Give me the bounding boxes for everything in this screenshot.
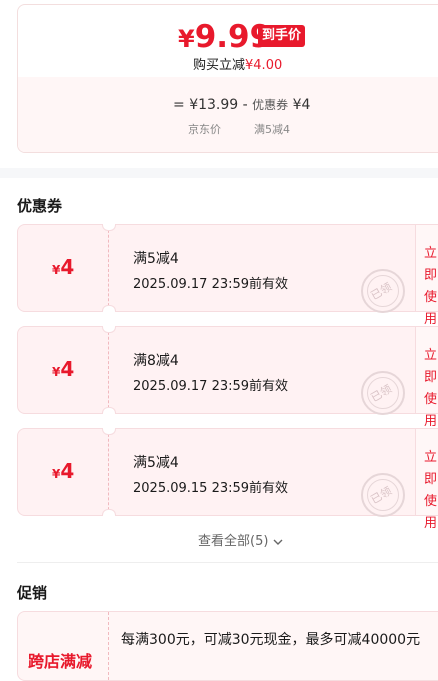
price-formula: = ¥13.99 - 优惠券 ¥4 — [173, 96, 310, 113]
coupon-card[interactable]: ¥4 满8减4 2025.09.17 23:59前有效 已领 立即使用 — [17, 326, 438, 429]
coupon-discount: ¥4 — [292, 97, 311, 113]
original-price: ¥13.99 — [189, 97, 239, 113]
coupon-notch — [102, 509, 116, 516]
coupon-amount-box: ¥4 — [18, 225, 109, 311]
promotion-section-title: 促销 — [17, 584, 48, 602]
use-coupon-button[interactable]: 立即使用 — [415, 429, 438, 531]
coupon-amount-value: 4 — [60, 459, 75, 483]
use-coupon-label: 立即使用 — [424, 246, 438, 327]
use-coupon-button[interactable]: 立即使用 — [415, 327, 438, 429]
coupon-validity: 2025.09.17 23:59前有效 — [133, 379, 289, 394]
chevron-down-icon — [273, 539, 283, 545]
divider — [17, 562, 438, 563]
coupon-validity: 2025.09.17 23:59前有效 — [133, 277, 289, 292]
final-price-badge: 到手价 — [258, 25, 306, 47]
coupon-rule: 满5减4 — [133, 455, 179, 471]
saving-value: ¥4.00 — [245, 58, 283, 73]
coupon-amount: ¥4 — [52, 357, 74, 381]
instant-saving: 购买立减¥4.00 — [193, 54, 282, 73]
original-price-caption: 京东价 — [188, 123, 221, 136]
promotion-tag-box: 跨店满减 — [18, 612, 109, 680]
claimed-stamp-icon: 已领 — [361, 473, 405, 517]
minus-sign: - — [242, 97, 248, 113]
promotion-tag: 跨店满减 — [28, 652, 93, 671]
price-breakdown-area — [18, 77, 438, 152]
coupon-notch — [102, 326, 116, 333]
coupon-amount-value: 4 — [60, 255, 75, 279]
coupon-notch — [102, 224, 116, 231]
coupon-amount-value: 4 — [60, 357, 75, 381]
claimed-stamp-icon: 已领 — [361, 371, 405, 415]
coupon-notch — [102, 407, 116, 414]
price-formula-captions: 京东价 满5减4 — [188, 121, 290, 137]
promotion-description: 每满300元，可减30元现金，最多可减40000元 — [121, 632, 421, 648]
coupon-amount-box: ¥4 — [18, 429, 109, 515]
use-coupon-label: 立即使用 — [424, 450, 438, 531]
coupon-validity: 2025.09.15 23:59前有效 — [133, 481, 289, 496]
coupon-label: 优惠券 — [252, 98, 289, 112]
view-all-label: 查看全部(5) — [198, 534, 269, 549]
coupons-section-title: 优惠券 — [17, 197, 63, 215]
saving-label: 购买立减 — [193, 58, 246, 73]
coupon-card[interactable]: ¥4 满5减4 2025.09.15 23:59前有效 已领 立即使用 — [17, 428, 438, 531]
coupon-card[interactable]: ¥4 满5减4 2025.09.17 23:59前有效 已领 立即使用 — [17, 224, 438, 327]
coupon-amount: ¥4 — [52, 255, 74, 279]
price-summary-card: ¥9.99 到手价 购买立减¥4.00 = ¥13.99 - 优惠券 ¥4 京东… — [17, 4, 438, 153]
coupon-notch — [102, 305, 116, 312]
coupon-rule: 满8减4 — [133, 353, 179, 369]
equals-sign: = — [173, 97, 185, 113]
coupon-amount: ¥4 — [52, 459, 74, 483]
promotion-card[interactable]: 跨店满减 每满300元，可减30元现金，最多可减40000元 — [17, 611, 438, 681]
use-coupon-button[interactable]: 立即使用 — [415, 225, 438, 327]
use-coupon-label: 立即使用 — [424, 348, 438, 429]
currency-symbol: ¥ — [178, 25, 195, 53]
coupon-notch — [102, 428, 116, 435]
claimed-stamp-icon: 已领 — [361, 269, 405, 313]
coupon-rule: 满5减4 — [133, 251, 179, 267]
coupon-caption: 满5减4 — [254, 123, 290, 136]
coupon-amount-box: ¥4 — [18, 327, 109, 413]
view-all-coupons-link[interactable]: 查看全部(5) — [198, 530, 283, 549]
section-divider — [0, 168, 438, 178]
